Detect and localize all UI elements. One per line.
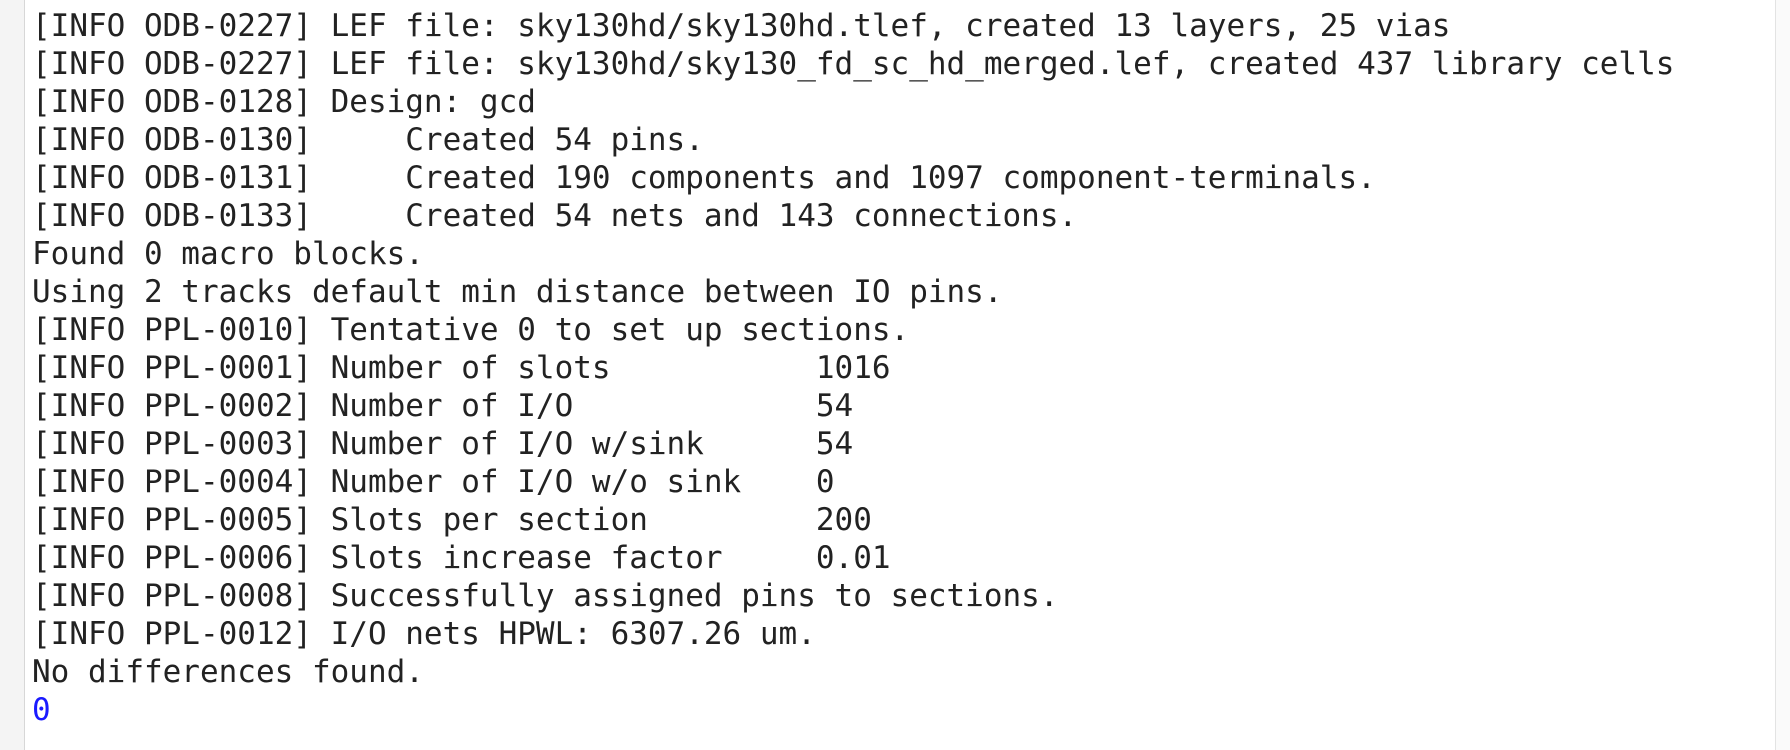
terminal-window: [INFO ODB-0227] LEF file: sky130hd/sky13… (0, 0, 1790, 750)
log-line-8: Using 2 tracks default min distance betw… (32, 274, 1003, 310)
log-line-9: [INFO PPL-0010] Tentative 0 to set up se… (32, 312, 910, 348)
console-output[interactable]: [INFO ODB-0227] LEF file: sky130hd/sky13… (32, 7, 1674, 729)
log-line-16: [INFO PPL-0008] Successfully assigned pi… (32, 578, 1059, 614)
log-line-14: [INFO PPL-0005] Slots per section 200 (32, 502, 872, 538)
log-line-1: [INFO ODB-0227] LEF file: sky130hd/sky13… (32, 8, 1451, 44)
log-line-18: No differences found. (32, 654, 424, 690)
log-line-3: [INFO ODB-0128] Design: gcd (32, 84, 536, 120)
log-line-4: [INFO ODB-0130] Created 54 pins. (32, 122, 704, 158)
log-line-12: [INFO PPL-0003] Number of I/O w/sink 54 (32, 426, 854, 462)
log-line-15: [INFO PPL-0006] Slots increase factor 0.… (32, 540, 891, 576)
log-line-2: [INFO ODB-0227] LEF file: sky130hd/sky13… (32, 46, 1675, 82)
log-line-11: [INFO PPL-0002] Number of I/O 54 (32, 388, 854, 424)
log-line-7: Found 0 macro blocks. (32, 236, 424, 272)
vertical-scrollbar[interactable] (1775, 0, 1790, 750)
log-line-17: [INFO PPL-0012] I/O nets HPWL: 6307.26 u… (32, 616, 816, 652)
log-line-5: [INFO ODB-0131] Created 190 components a… (32, 160, 1376, 196)
log-line-10: [INFO PPL-0001] Number of slots 1016 (32, 350, 891, 386)
log-line-6: [INFO ODB-0133] Created 54 nets and 143 … (32, 198, 1078, 234)
left-gutter (0, 0, 25, 750)
log-line-13: [INFO PPL-0004] Number of I/O w/o sink 0 (32, 464, 835, 500)
command-result: 0 (32, 692, 51, 728)
